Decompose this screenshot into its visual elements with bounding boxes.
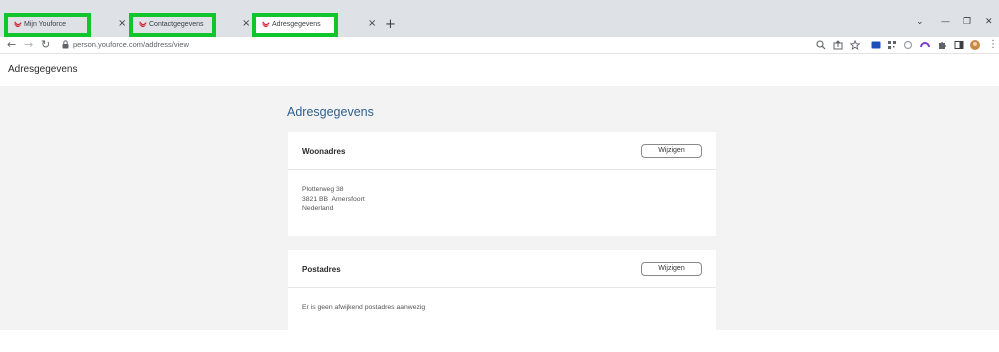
close-tab-icon[interactable]: × — [242, 18, 250, 30]
tab-mijn-youforce[interactable]: Mijn Youforce — [4, 13, 91, 37]
app-title: Adresgegevens — [8, 64, 78, 75]
sidepanel-icon[interactable] — [954, 40, 964, 50]
minimize-icon[interactable]: — — [941, 16, 950, 28]
highlight-box — [4, 13, 91, 37]
postadres-card: Postadres Wijzigen Er is geen afwijkend … — [288, 250, 716, 330]
main-content: Adresgegevens Woonadres Wijzigen Plotter… — [0, 86, 999, 330]
woonadres-card: Woonadres Wijzigen Plotterweg 38 3821 BB… — [288, 132, 716, 236]
address-bar[interactable]: person.youforce.com/address/view — [73, 40, 189, 49]
address-line: Plotterweg 38 — [302, 186, 344, 193]
browser-toolbar: ← → ↻ person.youforce.com/address/view ⋮ — [0, 37, 999, 54]
extension-icon[interactable] — [871, 40, 881, 50]
app-header: Adresgegevens — [0, 55, 999, 86]
close-window-icon[interactable]: ✕ — [985, 16, 993, 28]
address-line: 3821 BB Amersfoort — [302, 195, 365, 203]
close-tab-icon[interactable]: × — [118, 18, 126, 30]
back-icon[interactable]: ← — [7, 38, 16, 52]
wijzigen-woonadres-button[interactable]: Wijzigen — [641, 144, 702, 158]
circle-extension-icon[interactable] — [903, 40, 913, 50]
page-title: Adresgegevens — [287, 105, 374, 119]
menu-icon[interactable]: ⋮ — [988, 38, 998, 52]
restore-icon[interactable]: ❐ — [963, 16, 971, 28]
card-title: Woonadres — [302, 147, 346, 156]
avatar[interactable] — [970, 40, 980, 50]
card-title: Postadres — [302, 265, 341, 274]
share-icon[interactable] — [833, 40, 843, 50]
tab-strip: Mijn Youforce × Contactgegevens × Adresg… — [0, 0, 999, 37]
puzzle-icon[interactable] — [937, 40, 947, 50]
wijzigen-postadres-button[interactable]: Wijzigen — [641, 262, 702, 276]
tab-search-icon[interactable]: ⌄ — [916, 16, 924, 28]
empty-message: Er is geen afwijkend postadres aanwezig — [302, 304, 426, 311]
tab-contactgegevens[interactable]: Contactgegevens — [129, 13, 216, 37]
forward-icon[interactable]: → — [24, 38, 33, 52]
tab-adresgegevens[interactable]: Adresgegevens — [252, 13, 338, 37]
zoom-icon[interactable] — [816, 40, 826, 50]
address-line: Nederland — [302, 205, 334, 212]
card-header: Woonadres Wijzigen — [288, 132, 716, 170]
highlight-box — [252, 13, 338, 37]
qr-extension-icon[interactable] — [887, 40, 897, 50]
reload-icon[interactable]: ↻ — [41, 38, 50, 52]
arc-extension-icon[interactable] — [920, 40, 930, 50]
close-tab-icon[interactable]: × — [368, 18, 376, 30]
new-tab-button[interactable]: + — [385, 18, 396, 32]
card-header: Postadres Wijzigen — [288, 250, 716, 288]
highlight-box — [129, 13, 216, 37]
bookmark-star-icon[interactable] — [850, 40, 860, 50]
address-block: Plotterweg 38 3821 BB Amersfoort Nederla… — [302, 185, 365, 214]
lock-icon[interactable] — [62, 40, 69, 49]
